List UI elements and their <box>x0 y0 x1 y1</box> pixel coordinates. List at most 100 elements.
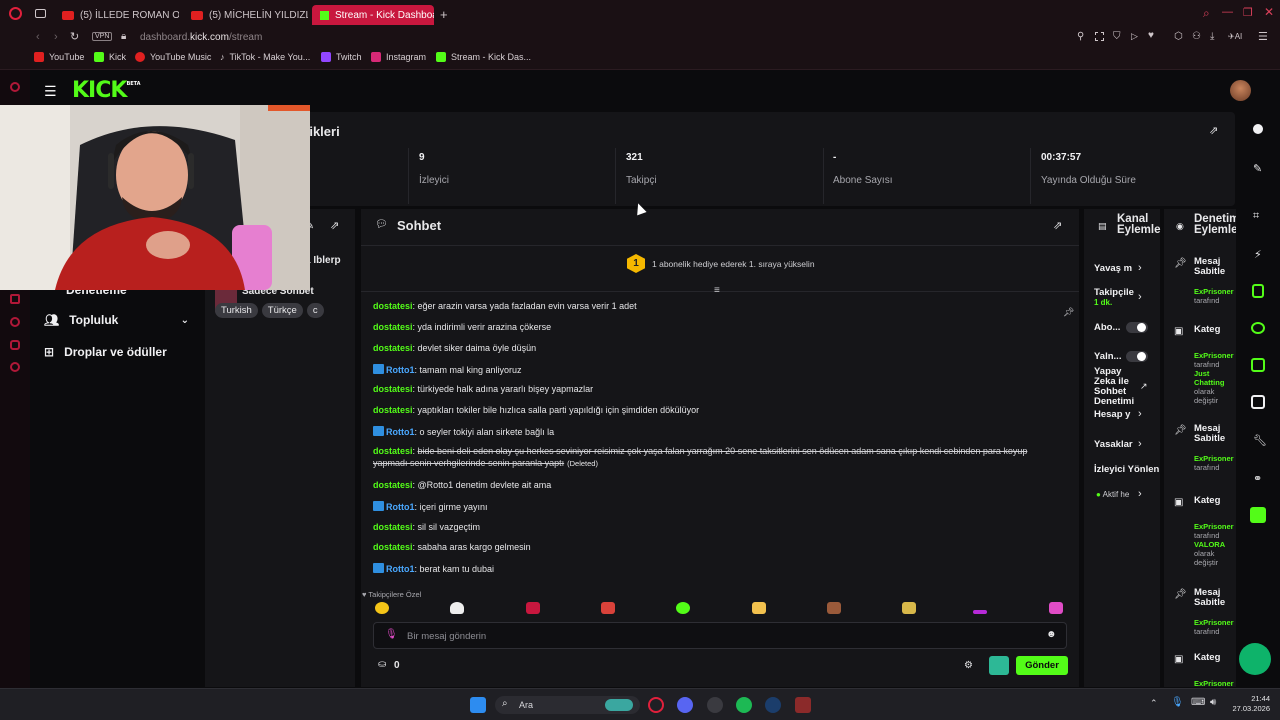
chat-message[interactable]: dostatesi: sil sil vazgeçtim <box>373 522 480 532</box>
chat-username[interactable]: Rotto1 <box>386 365 415 375</box>
minimize-icon[interactable]: — <box>1222 6 1233 18</box>
reload-icon[interactable]: ↻ <box>70 30 79 43</box>
emote[interactable] <box>752 602 766 614</box>
action-account-age[interactable]: Hesap y <box>1094 410 1130 420</box>
support-button[interactable] <box>1239 643 1271 675</box>
filter-icon[interactable]: ≡ <box>714 285 720 296</box>
workspace-icon[interactable] <box>35 9 46 18</box>
bookmark-kick[interactable]: Kick <box>94 52 126 62</box>
action-active-host[interactable]: ● Aktif he <box>1096 490 1129 500</box>
chat-username[interactable]: dostatesi <box>373 322 413 332</box>
chat-settings-icon[interactable]: ⚙ <box>964 660 973 671</box>
bookmark-youtube[interactable]: YouTube <box>34 52 84 62</box>
log-entry-user[interactable]: ExPrisoner <box>1194 287 1234 296</box>
chat-message[interactable]: dostatesi: türkiyede halk adına yararlı … <box>373 384 593 394</box>
game-taskbar-icon[interactable] <box>795 697 811 713</box>
app-icon[interactable] <box>1250 507 1266 523</box>
emote[interactable] <box>973 610 987 614</box>
maximize-icon[interactable]: ❐ <box>1243 6 1253 19</box>
chat-message[interactable]: dostatesi: yaptıkları tokiler bile hızlı… <box>373 405 699 415</box>
emotes-only-toggle[interactable] <box>1126 351 1148 362</box>
chat-username[interactable]: dostatesi <box>373 480 413 490</box>
messenger-icon[interactable] <box>10 340 20 350</box>
emote[interactable] <box>375 602 389 614</box>
chevron-right-icon[interactable]: › <box>1138 408 1142 420</box>
app-taskbar-icon[interactable] <box>707 697 723 713</box>
chevron-right-icon[interactable]: › <box>1138 438 1142 450</box>
account-icon[interactable]: ⚇ <box>1192 31 1201 42</box>
chat-username[interactable]: dostatesi <box>373 301 413 311</box>
chat-username[interactable]: dostatesi <box>373 542 413 552</box>
pin-icon[interactable]: ⚲ <box>1077 31 1084 42</box>
action-viewer-redirect[interactable]: İzleyici Yönlen <box>1094 465 1159 475</box>
sidebar-home-icon[interactable] <box>10 82 20 92</box>
emote[interactable] <box>526 602 540 614</box>
log-entry-user[interactable]: ExPrisoner <box>1194 454 1234 463</box>
tag-pill[interactable]: c <box>306 303 324 318</box>
log-entry-user[interactable]: ExPrisoner <box>1194 679 1234 687</box>
sidebar-icon[interactable] <box>10 294 20 304</box>
chat-icon[interactable] <box>1251 322 1265 334</box>
start-icon[interactable] <box>470 697 486 713</box>
snapshot-icon[interactable] <box>1095 32 1104 41</box>
play-icon[interactable]: ▷ <box>1131 31 1138 42</box>
chevron-right-icon[interactable]: › <box>1138 488 1142 500</box>
action-slow-mode[interactable]: Yavaş m <box>1094 264 1132 274</box>
steam-taskbar-icon[interactable] <box>765 697 781 713</box>
emote[interactable] <box>902 602 916 614</box>
bookmark-youtube-music[interactable]: YouTube Music <box>135 52 211 62</box>
action-ai-moderation[interactable]: Yapay Zeka ile Sohbet Denetimi <box>1094 367 1134 407</box>
vpn-badge[interactable]: VPN <box>92 32 113 41</box>
search-tabs-icon[interactable]: ⌕ <box>1203 6 1210 21</box>
layout-icon[interactable] <box>1251 395 1265 409</box>
chat-message[interactable]: dostatesi: yda indirimli verir arazina ç… <box>373 322 551 332</box>
chat-message[interactable]: dostatesi: sabaha aras kargo gelmesin <box>373 542 531 552</box>
chat-username[interactable]: Rotto1 <box>386 564 415 574</box>
chat-message[interactable]: dostatesi: eğer arazin varsa yada fazlad… <box>373 301 637 311</box>
opera-logo-icon[interactable] <box>9 7 22 20</box>
chat-username[interactable]: dostatesi <box>373 405 413 415</box>
opera-taskbar-icon[interactable] <box>648 697 664 713</box>
log-entry-user[interactable]: ExPrisoner <box>1194 522 1234 531</box>
kick-logo[interactable]: KICKBETA <box>72 78 141 103</box>
new-tab-icon[interactable]: + <box>440 7 448 22</box>
tag-pill[interactable]: Türkçe <box>261 303 303 318</box>
bookmark-tiktok[interactable]: ♪ TikTok - Make You... <box>220 52 310 62</box>
emote[interactable] <box>827 602 841 614</box>
menu-icon[interactable]: ☰ <box>1258 30 1268 43</box>
subscribers-only-toggle[interactable] <box>1126 322 1148 333</box>
chat-message[interactable]: Rotto1: tamam mal king anliyoruz <box>373 364 522 375</box>
url-field[interactable]: dashboard.kick.com/stream <box>140 32 262 43</box>
volume-icon[interactable]: 🔊︎ <box>1210 697 1216 708</box>
microphone-tray-icon[interactable]: 🎙︎ <box>1171 697 1184 708</box>
avatar[interactable] <box>1230 80 1251 101</box>
action-bans[interactable]: Yasaklar <box>1094 440 1133 450</box>
spotify-taskbar-icon[interactable] <box>736 697 752 713</box>
bookmark-kick-dashboard[interactable]: Stream - Kick Das... <box>436 52 531 62</box>
popout-icon[interactable]: ⇗ <box>330 219 339 232</box>
chat-username[interactable]: dostatesi <box>373 343 413 353</box>
capture-icon[interactable]: ⌗ <box>1253 210 1259 223</box>
notes-icon[interactable] <box>1252 284 1264 298</box>
emote[interactable] <box>450 602 464 614</box>
microphone-icon[interactable]: 🎙︎ <box>385 629 398 640</box>
gift-leaderboard-text[interactable]: 1 abonelik hediye ederek 1. sıraya yükse… <box>652 259 815 269</box>
chat-username[interactable]: dostatesi <box>373 522 413 532</box>
tab-youtube-2[interactable]: (5) MİCHELİN YILDIZLI SO... <box>183 5 308 25</box>
popout-icon[interactable]: ⇗ <box>1053 219 1062 232</box>
bolt-icon[interactable]: ⚡︎ <box>1254 248 1262 261</box>
chat-message[interactable]: dostatesi: devlet siker daima öyle düşün <box>373 343 536 353</box>
action-followers-only[interactable]: Takipçile 1 dk. <box>1094 288 1134 308</box>
history-icon[interactable] <box>10 317 20 327</box>
taskbar-clock[interactable]: 21:44 27.03.2026 <box>1228 694 1270 714</box>
sidebar-item-community[interactable]: 👥︎ Topluluk ⌄ <box>44 313 189 327</box>
share-icon[interactable]: ⚭ <box>1253 472 1262 485</box>
external-link-icon[interactable]: ↗ <box>1140 381 1148 392</box>
log-entry-user[interactable]: ExPrisoner <box>1194 618 1234 627</box>
quick-emote-button[interactable] <box>989 656 1009 675</box>
chat-username[interactable]: dostatesi <box>373 384 413 394</box>
chat-username[interactable]: Rotto1 <box>386 502 415 512</box>
settings-icon[interactable] <box>10 362 20 372</box>
hamburger-icon[interactable]: ☰ <box>44 83 57 100</box>
chat-message[interactable]: Rotto1: berat kam tu dubai <box>373 563 494 574</box>
